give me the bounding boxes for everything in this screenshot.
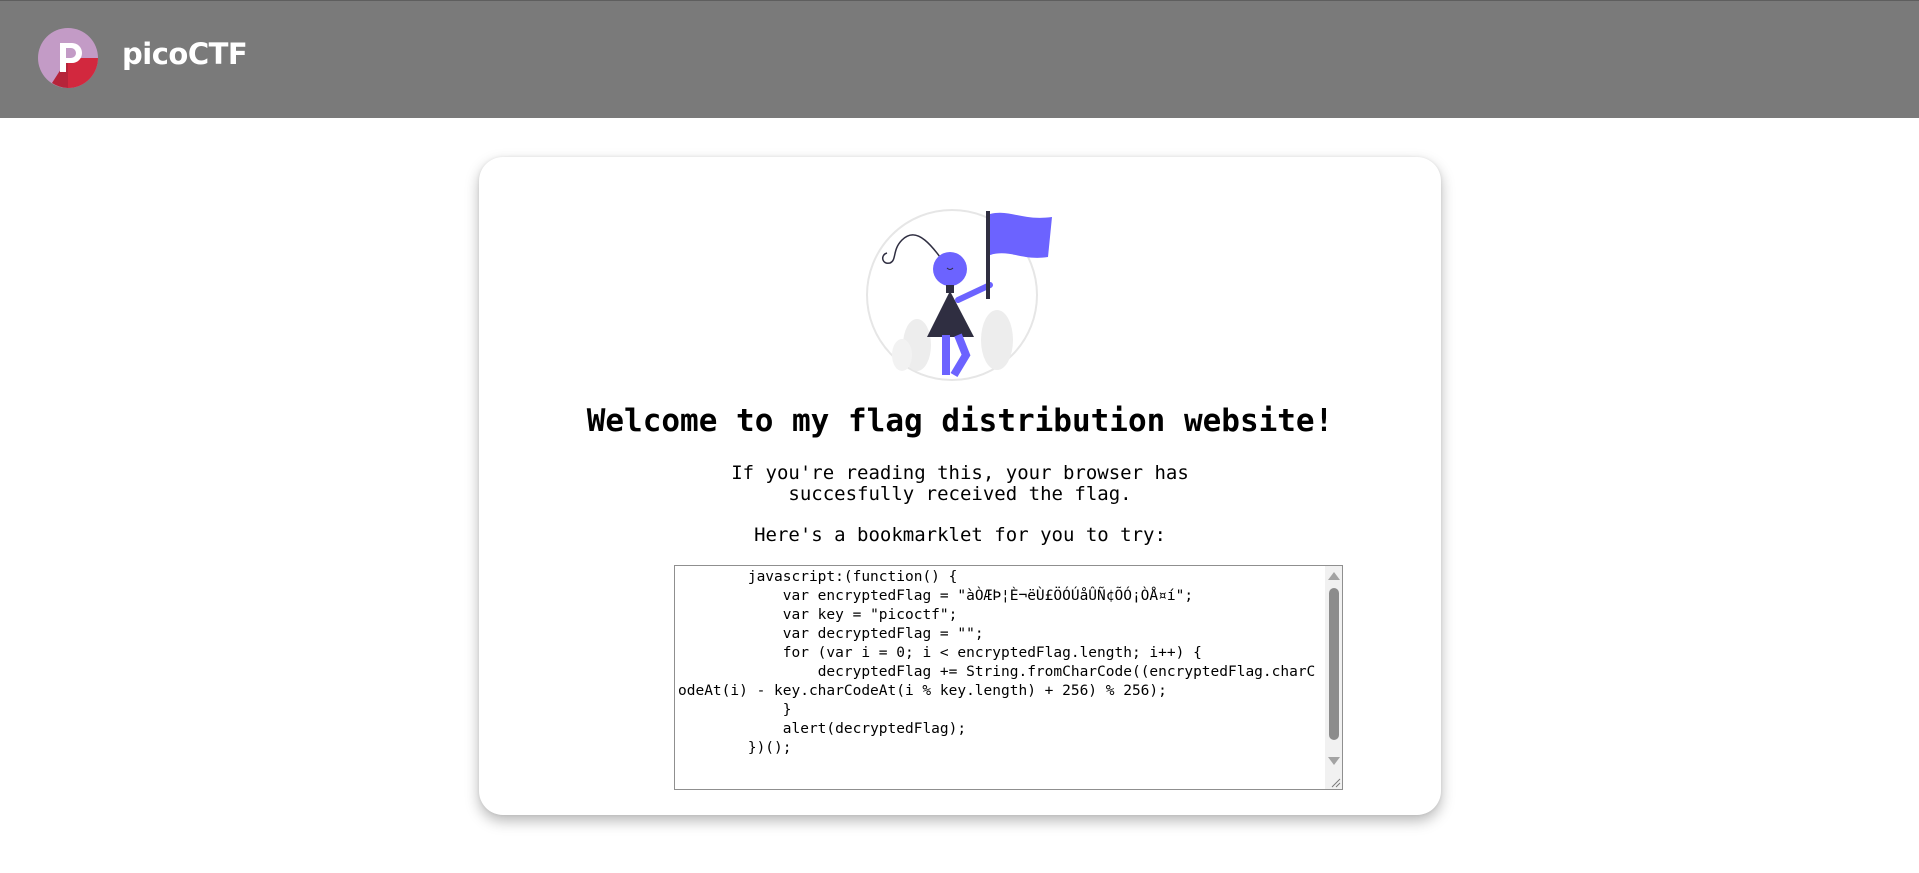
scroll-down-arrow-icon[interactable]: [1328, 757, 1340, 765]
page-title: Welcome to my flag distribution website!: [586, 403, 1334, 439]
picoctf-logo-icon[interactable]: [38, 28, 98, 88]
top-navbar: picoCTF: [0, 0, 1919, 118]
scroll-up-arrow-icon[interactable]: [1328, 572, 1340, 580]
scrollbar-thumb[interactable]: [1329, 588, 1339, 740]
subtitle-line-1: If you're reading this, your browser has: [731, 462, 1189, 484]
bookmarklet-code[interactable]: javascript:(function() { var encryptedFl…: [678, 568, 1318, 758]
vertical-scrollbar[interactable]: [1325, 566, 1342, 789]
subtitle-line-2: succesfully received the flag.: [788, 483, 1132, 505]
bookmarklet-intro: Here's a bookmarklet for you to try:: [754, 524, 1166, 546]
brand-name[interactable]: picoCTF: [122, 37, 248, 71]
main-card: Welcome to my flag distribution website!…: [479, 157, 1441, 815]
bookmarklet-textarea[interactable]: javascript:(function() { var encryptedFl…: [674, 565, 1343, 790]
person-with-flag-icon: [866, 209, 1052, 381]
resize-handle-icon[interactable]: [1329, 776, 1341, 788]
subtitle: If you're reading this, your browser has…: [479, 463, 1441, 505]
